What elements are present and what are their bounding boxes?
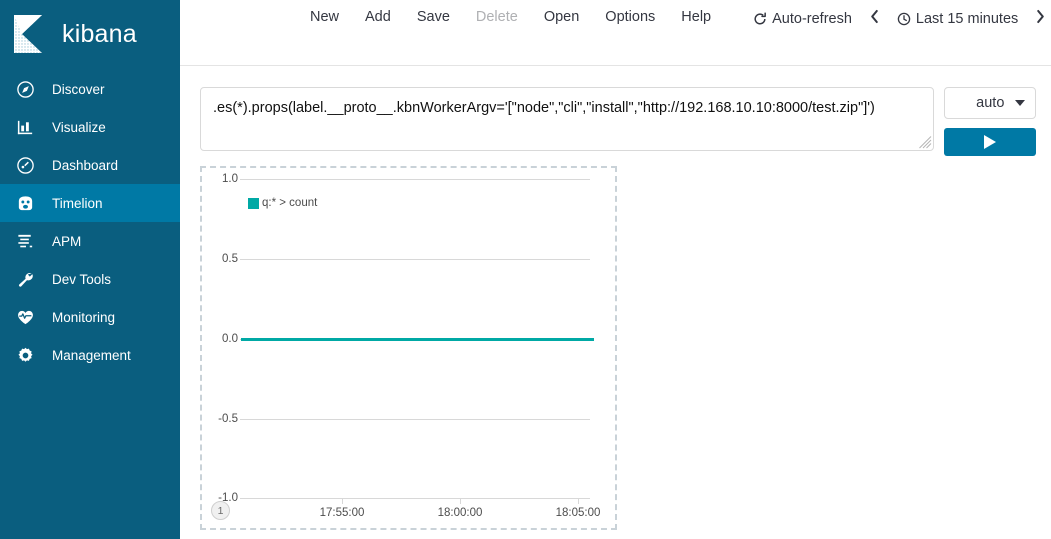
time-range-button[interactable]: Last 15 minutes	[888, 7, 1027, 31]
timelion-chart-panel[interactable]: 1.0 0.5 0.0 -0.5 -1.0 q:* > count 17:55:…	[200, 166, 617, 530]
menu-save[interactable]: Save	[404, 5, 463, 29]
sidebar-item-visualize[interactable]: Visualize	[0, 108, 180, 146]
top-toolbar: New Add Save Delete Open Options Help Au…	[180, 0, 1051, 66]
y-tick-label: 1.0	[222, 173, 238, 185]
sidebar-item-dev-tools[interactable]: Dev Tools	[0, 260, 180, 298]
gridline	[240, 179, 590, 180]
series-line-count	[241, 338, 594, 341]
brand[interactable]: kibana	[0, 0, 180, 68]
interval-select[interactable]: auto	[944, 87, 1037, 119]
menu-open[interactable]: Open	[531, 5, 592, 29]
sidebar-item-label: Dev Tools	[52, 271, 112, 287]
sidebar-item-dashboard[interactable]: Dashboard	[0, 146, 180, 184]
sidebar-item-label: Visualize	[52, 119, 106, 135]
sidebar-item-apm[interactable]: APM	[0, 222, 180, 260]
menu-help[interactable]: Help	[668, 5, 724, 29]
auto-refresh-label: Auto-refresh	[772, 11, 852, 27]
panel-index-badge[interactable]: 1	[211, 501, 230, 520]
time-range-label: Last 15 minutes	[915, 11, 1019, 27]
clock-icon	[897, 12, 911, 26]
menu-options[interactable]: Options	[592, 5, 668, 29]
sidebar-item-label: Management	[52, 347, 131, 363]
y-tick-label: 0.5	[222, 253, 238, 265]
query-box	[200, 87, 935, 151]
chevron-down-icon	[1015, 100, 1026, 106]
run-query-button[interactable]	[944, 128, 1037, 156]
refresh-icon	[753, 12, 767, 26]
x-tick-label: 17:55:00	[319, 507, 365, 519]
next-time-button[interactable]	[1027, 5, 1051, 33]
query-row: auto	[180, 66, 1051, 156]
sidebar: kibana Discover Visualize Dashboard Time…	[0, 0, 180, 539]
menu-new[interactable]: New	[297, 5, 352, 29]
sidebar-item-timelion[interactable]: Timelion	[0, 184, 180, 222]
timelion-expression-input[interactable]	[200, 87, 935, 151]
gear-icon	[14, 344, 36, 366]
compass-icon	[14, 78, 36, 100]
sidebar-item-monitoring[interactable]: Monitoring	[0, 298, 180, 336]
x-tick-label: 18:05:00	[555, 507, 601, 519]
chevron-right-icon	[1035, 9, 1046, 29]
heart-pulse-icon	[14, 306, 36, 328]
timelion-icon	[14, 192, 36, 214]
time-controls: Auto-refresh Last 15 minutes	[744, 5, 1051, 33]
sidebar-item-label: APM	[52, 233, 82, 249]
prev-time-button[interactable]	[861, 5, 888, 33]
brand-name: kibana	[62, 19, 137, 48]
sidebar-item-label: Discover	[52, 81, 105, 97]
right-controls: auto	[944, 87, 1037, 156]
bar-chart-icon	[14, 116, 36, 138]
x-tick	[460, 499, 461, 504]
gridline	[240, 259, 590, 260]
y-tick-label: -0.5	[218, 413, 238, 425]
x-tick	[578, 499, 579, 504]
apm-icon	[14, 230, 36, 252]
legend-label: q:* > count	[262, 197, 318, 209]
x-tick-label: 18:00:00	[437, 507, 483, 519]
interval-value: auto	[976, 95, 1005, 111]
sidebar-item-label: Monitoring	[52, 309, 116, 325]
menu-add[interactable]: Add	[352, 5, 404, 29]
dashboard-icon	[14, 154, 36, 176]
kibana-timelion-app: kibana Discover Visualize Dashboard Time…	[0, 0, 1051, 539]
sidebar-item-discover[interactable]: Discover	[0, 70, 180, 108]
y-tick-label: 0.0	[222, 333, 238, 345]
sidebar-item-label: Timelion	[52, 195, 103, 211]
y-axis: 1.0 0.5 0.0 -0.5 -1.0	[202, 168, 238, 528]
sidebar-nav: Discover Visualize Dashboard Timelion AP…	[0, 70, 180, 374]
menu-delete: Delete	[463, 5, 531, 29]
gridline	[240, 498, 590, 499]
wrench-icon	[14, 268, 36, 290]
x-tick	[342, 499, 343, 504]
chevron-left-icon	[869, 9, 880, 29]
kibana-logo-icon	[12, 13, 50, 55]
legend-swatch	[248, 197, 259, 209]
gridline	[240, 419, 590, 420]
play-icon	[984, 135, 997, 149]
chart-legend[interactable]: q:* > count	[248, 197, 317, 209]
auto-refresh-button[interactable]: Auto-refresh	[744, 7, 861, 31]
main-content: New Add Save Delete Open Options Help Au…	[180, 0, 1051, 539]
chart-area: 1.0 0.5 0.0 -0.5 -1.0 q:* > count 17:55:…	[202, 168, 615, 528]
timelion-menu: New Add Save Delete Open Options Help	[297, 5, 724, 29]
sidebar-item-management[interactable]: Management	[0, 336, 180, 374]
sidebar-item-label: Dashboard	[52, 157, 119, 173]
